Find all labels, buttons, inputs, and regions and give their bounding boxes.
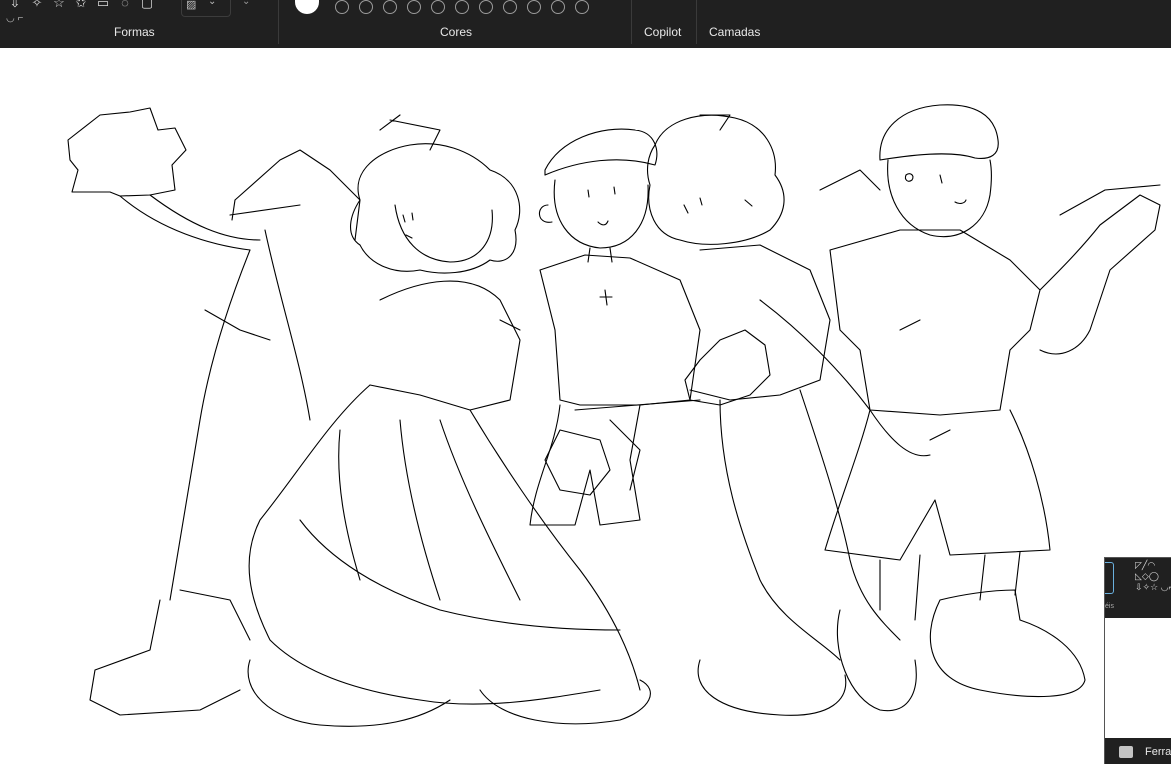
divider <box>631 0 632 44</box>
mini-side-label: éis <box>1105 603 1114 610</box>
color-swatch[interactable] <box>431 0 445 14</box>
selected-tool-highlight <box>1105 562 1114 594</box>
cloud-callout-shape-icon[interactable]: ▢ <box>138 0 156 12</box>
kid5-head <box>887 159 993 237</box>
divider <box>696 0 697 44</box>
kid4-arm <box>759 299 931 457</box>
color-swatch[interactable] <box>383 0 397 14</box>
four-point-star-shape-icon[interactable]: ✧ <box>28 0 46 12</box>
kid2-torso <box>369 280 521 411</box>
kid2-face <box>394 204 493 263</box>
shape-gallery-row2[interactable]: ◡ ⌐ <box>6 13 23 24</box>
kid1-hand <box>67 107 187 197</box>
kid5-sleeve-hand <box>1039 194 1161 355</box>
kid4-hand <box>684 329 771 406</box>
kid3-shirt <box>539 254 701 406</box>
color-swatch[interactable] <box>455 0 469 14</box>
color-swatch[interactable] <box>527 0 541 14</box>
layers-button[interactable]: Camadas <box>709 25 760 39</box>
kid4-legs <box>719 389 901 661</box>
divider <box>278 0 279 44</box>
kid1-body <box>169 229 311 601</box>
color-swatch[interactable] <box>479 0 493 14</box>
primary-color-swatch[interactable] <box>295 0 319 14</box>
line-art-drawing <box>67 104 1161 727</box>
taskbar-item-label: Ferra <box>1145 746 1171 758</box>
kid4-face <box>683 197 753 214</box>
kid5-shirt <box>829 229 1041 416</box>
kid5-cap <box>879 104 999 161</box>
group-label-shapes: Formas <box>114 25 155 39</box>
kid5-face <box>904 173 967 205</box>
mini-shape-gallery[interactable]: ◸╱◠ ◺◇◯ ⇩✧☆ ◡⌐ <box>1135 560 1171 593</box>
taskbar-item[interactable]: Ferra <box>1105 738 1171 764</box>
kid3-ear <box>538 204 553 223</box>
oval-callout-shape-icon[interactable]: ◌ <box>116 0 134 12</box>
copilot-button[interactable]: Copilot <box>644 25 681 39</box>
color-swatch[interactable] <box>407 0 421 14</box>
app-icon <box>1119 746 1133 758</box>
kid5-shoe <box>929 589 1086 698</box>
kid3-cap <box>544 128 658 176</box>
chevron-down-icon: ⌄ <box>208 0 217 7</box>
floating-window-preview[interactable]: ◸╱◠ ◺◇◯ ⇩✧☆ ◡⌐ éis Ferra <box>1104 557 1171 764</box>
kid5-legs <box>879 551 1021 621</box>
shape-fill-button[interactable]: ▨ ⌄ <box>181 0 231 17</box>
kid4-feet <box>697 609 917 716</box>
outline-chevron-down-icon[interactable]: ⌄ <box>242 0 250 7</box>
mini-ribbon: ◸╱◠ ◺◇◯ ⇩✧☆ ◡⌐ éis <box>1105 558 1171 618</box>
group-label-colors: Cores <box>440 25 473 39</box>
color-swatch[interactable] <box>575 0 589 14</box>
kid4-torso <box>689 244 831 401</box>
ribbon-toolbar: ⇩ ✧ ☆ ✩ ▭ ◌ ▢ ◡ ⌐ ▨ ⌄ ⌄ Formas Cores Cop… <box>0 0 1171 48</box>
arrow-down-shape-icon[interactable]: ⇩ <box>6 0 24 12</box>
rectangle-callout-shape-icon[interactable]: ▭ <box>94 0 112 12</box>
kid2-hair <box>350 143 521 274</box>
kid2-feet <box>247 659 651 727</box>
color-swatch[interactable] <box>551 0 565 14</box>
five-point-star-shape-icon[interactable]: ☆ <box>50 0 68 12</box>
color-swatch[interactable] <box>359 0 373 14</box>
kid1-arm <box>119 194 261 251</box>
kid3-head <box>553 179 649 249</box>
color-swatch[interactable] <box>503 0 517 14</box>
kid5-shorts <box>824 409 1051 561</box>
kid1-shirt <box>204 149 361 341</box>
kid4-hair <box>646 114 785 245</box>
six-point-star-shape-icon[interactable]: ✩ <box>72 0 90 12</box>
color-swatch[interactable] <box>335 0 349 14</box>
kid3-pants <box>529 404 641 526</box>
fill-icon: ▨ <box>186 0 197 11</box>
shape-gallery[interactable]: ⇩ ✧ ☆ ✩ ▭ ◌ ▢ <box>6 0 156 12</box>
kid3-face <box>587 186 616 226</box>
kid1-legs <box>89 589 251 716</box>
